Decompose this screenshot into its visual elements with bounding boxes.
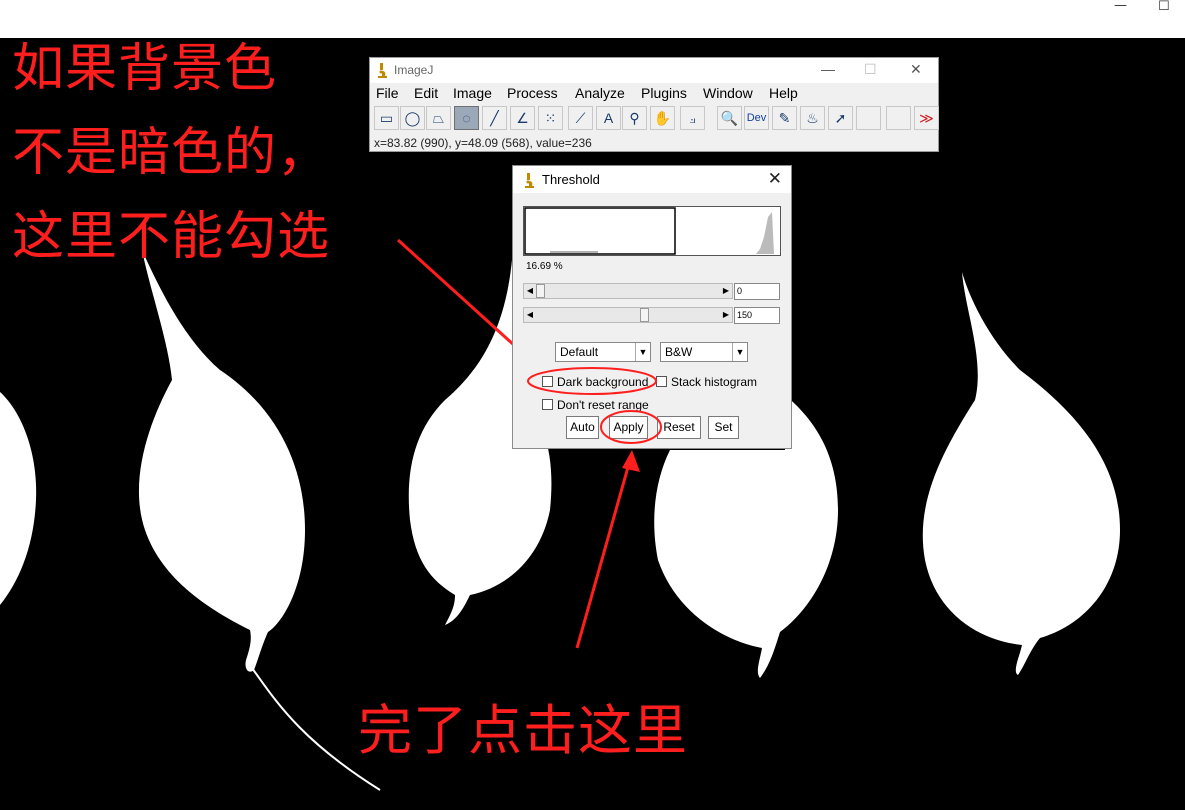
empty-slot-icon[interactable] [856,106,881,130]
reset-button[interactable]: Reset [657,416,701,439]
min-threshold-slider[interactable]: ◀ ▶ [523,283,733,299]
dropper-icon[interactable]: ⟓ [680,106,705,130]
menu-plugins[interactable]: Plugins [641,85,687,101]
dont-reset-range-checkbox[interactable] [542,399,553,410]
threshold-percent: 16.69 % [526,261,563,272]
brush-icon[interactable]: ✎ [772,106,797,130]
dark-background-label: Dark background [557,375,649,389]
magnifier-icon[interactable]: 🔍 [717,106,742,130]
leaf-shape [138,250,305,672]
threshold-close-button[interactable]: ✕ [768,169,782,189]
max-threshold-field[interactable]: 150 [734,307,780,324]
display-select[interactable]: B&W ▼ [660,342,748,362]
freehand-icon[interactable]: ◌ [454,106,479,130]
menu-analyze[interactable]: Analyze [575,85,625,101]
dev-icon[interactable]: Dev [744,106,769,130]
annotation-bottom: 完了点击这里 [358,699,688,762]
slider-right-arrow-icon[interactable]: ▶ [720,284,732,298]
threshold-dialog: Threshold ✕ 16.69 % ◀ ▶ 0 ◀ ▶ 150 Defaul… [512,165,792,449]
apply-button[interactable]: Apply [609,416,648,439]
imagej-maximize-button[interactable]: ☐ [864,61,877,78]
chevron-down-icon: ▼ [732,343,747,361]
slider-left-arrow-icon[interactable]: ◀ [524,308,536,322]
histogram-plot [524,207,774,255]
imagej-window: ImageJ — ☐ ✕ File Edit Image Process Ana… [369,57,939,152]
annotation-line-3: 这里不能勾选 [12,207,331,267]
imagej-titlebar: ImageJ — ☐ ✕ [370,58,938,83]
slider-thumb[interactable] [640,308,649,322]
slider-right-arrow-icon[interactable]: ▶ [720,308,732,322]
menu-edit[interactable]: Edit [414,85,438,101]
annotation-line-1: 如果背景色 [12,39,278,99]
arrow-icon[interactable]: ➚ [828,106,853,130]
annotation-arrowhead-bottom [622,450,640,472]
imagej-close-button[interactable]: ✕ [910,61,922,78]
imagej-title: ImageJ [394,63,434,77]
wand-icon[interactable]: ⟋ [568,106,593,130]
menu-process[interactable]: Process [507,85,558,101]
slider-thumb[interactable] [536,284,545,298]
display-select-value: B&W [665,345,693,359]
empty-slot-icon[interactable] [886,106,911,130]
menu-file[interactable]: File [376,85,399,101]
chevron-down-icon: ▼ [635,343,650,361]
hand-icon[interactable]: ✋ [650,106,675,130]
threshold-titlebar: Threshold ✕ [513,166,791,193]
set-button[interactable]: Set [708,416,739,439]
dark-background-checkbox[interactable] [542,376,553,387]
auto-button[interactable]: Auto [566,416,599,439]
menu-help[interactable]: Help [769,85,798,101]
line-icon[interactable]: ╱ [482,106,507,130]
threshold-histogram [523,206,781,256]
text-icon[interactable]: A [596,106,621,130]
polygon-icon[interactable]: ⏢ [426,106,451,130]
annotation-line-2: 不是暗色的， [12,123,331,183]
microscope-icon [378,63,387,78]
microscope-icon [525,173,534,188]
multipoint-icon[interactable]: ⁙ [538,106,563,130]
imagej-status-bar: x=83.82 (990), y=48.09 (568), value=236 [374,136,592,150]
max-threshold-slider[interactable]: ◀ ▶ [523,307,733,323]
stack-histogram-label: Stack histogram [671,375,758,389]
method-select-value: Default [560,345,599,359]
leaf-shape [922,272,1120,675]
dont-reset-range-label: Don't reset range [557,398,649,412]
imagej-toolbar: ▭ ◯ ⏢ ◌ ╱ ∠ ⁙ ⟋ A ⚲ ✋ ⟓ 🔍 Dev ✎ ♨ ➚ ≫ [372,106,939,132]
oval-icon[interactable]: ◯ [400,106,425,130]
menu-image[interactable]: Image [453,85,492,101]
stack-histogram-checkbox[interactable] [656,376,667,387]
imagej-minimize-button[interactable]: — [821,61,835,77]
angle-icon[interactable]: ∠ [510,106,535,130]
imagej-menubar: File Edit Image Process Analyze Plugins … [370,83,938,105]
flood-fill-icon[interactable]: ♨ [800,106,825,130]
slider-left-arrow-icon[interactable]: ◀ [524,284,536,298]
menu-window[interactable]: Window [703,85,753,101]
annotation-arrow-bottom [575,459,632,649]
rectangle-icon[interactable]: ▭ [374,106,399,130]
threshold-title: Threshold [542,172,600,187]
method-select[interactable]: Default ▼ [555,342,651,362]
leaf-shape [0,392,37,605]
more-tools-icon[interactable]: ≫ [914,106,939,130]
zoom-icon[interactable]: ⚲ [622,106,647,130]
min-threshold-field[interactable]: 0 [734,283,780,300]
